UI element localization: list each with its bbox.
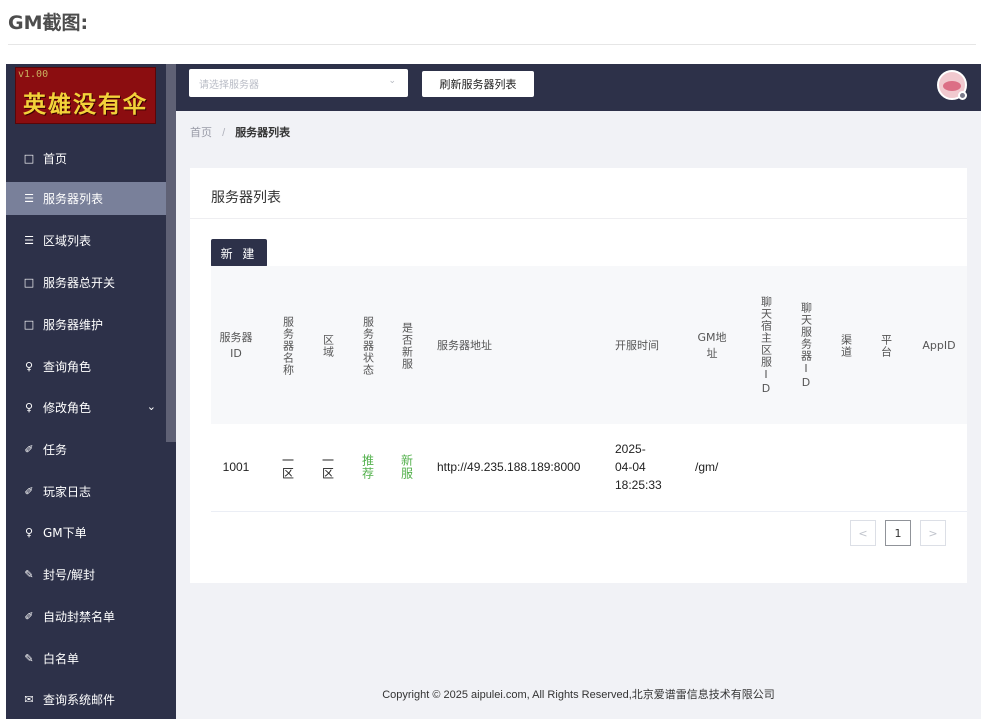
- sidebar-item-label: 封号/解封: [43, 568, 96, 582]
- column-header-server-status: 服务器状态: [361, 315, 375, 376]
- sidebar-item-system-mail[interactable]: ✉ 查询系统邮件: [6, 683, 166, 716]
- sidebar-item-gm-order[interactable]: ♀ GM下单: [6, 516, 166, 549]
- pagination-next-button[interactable]: >: [920, 520, 946, 546]
- sidebar: v1.00 英雄没有伞 □ 首页 ☰ 服务器列表 ☰ 区域列表 □ 服务器总开关…: [6, 64, 176, 719]
- sidebar-item-label: 服务器列表: [43, 192, 104, 206]
- sidebar-item-label: 首页: [43, 152, 68, 166]
- pagination-page-current[interactable]: 1: [885, 520, 911, 546]
- cell-region: 一区: [320, 454, 335, 480]
- user-icon: ♀: [24, 526, 34, 539]
- cell-gm-address: /gm/: [695, 460, 719, 474]
- wrench-icon: ✐: [24, 610, 34, 623]
- sidebar-item-home[interactable]: □ 首页: [6, 142, 166, 175]
- sidebar-item-server-maintenance[interactable]: □ 服务器维护: [6, 308, 166, 341]
- sidebar-item-label: 自动封禁名单: [43, 610, 116, 624]
- server-list-card: 服务器列表 新 建 服务器ID 服务器名称 区域 服务器状态 是否新服 服务器地…: [190, 168, 967, 583]
- card-divider: [190, 218, 967, 219]
- column-header-server-name: 服务器名称: [281, 315, 295, 376]
- app-logo[interactable]: v1.00 英雄没有伞: [15, 67, 156, 124]
- column-header-platform: 平台: [879, 333, 893, 358]
- sidebar-item-server-list[interactable]: ☰ 服务器列表: [6, 182, 166, 215]
- mail-icon: ✉: [24, 693, 34, 706]
- sidebar-item-label: 玩家日志: [43, 485, 92, 499]
- column-header-app-id: AppID: [922, 338, 956, 352]
- cell-address: http://49.235.188.189:8000: [437, 460, 581, 474]
- cell-server-name: 一区: [280, 454, 295, 480]
- sidebar-item-label: 区域列表: [43, 234, 92, 248]
- column-header-open-time: 开服时间: [615, 338, 659, 352]
- cell-open-time: 2025- 04-04 18:25:33: [615, 424, 685, 510]
- table-header: 服务器ID 服务器名称 区域 服务器状态 是否新服 服务器地址 开服时间 GM地…: [211, 266, 967, 425]
- chevron-down-icon: ⌄: [388, 76, 396, 86]
- sidebar-item-region-list[interactable]: ☰ 区域列表: [6, 224, 166, 257]
- topbar: 请选择服务器 ⌄ 刷新服务器列表: [176, 64, 981, 111]
- breadcrumb-current: 服务器列表: [235, 127, 291, 139]
- create-button[interactable]: 新 建: [211, 239, 267, 267]
- avatar-face: [943, 81, 961, 91]
- column-header-region: 区域: [321, 333, 335, 358]
- edit-icon: ✎: [24, 652, 34, 665]
- list-icon: ☰: [24, 192, 34, 205]
- user-icon: ♀: [24, 401, 34, 414]
- cell-open-time-line: 2025-: [615, 442, 646, 456]
- article-heading: GM截图:: [8, 12, 89, 34]
- cell-server-id: 1001: [222, 460, 250, 474]
- screenshot-frame: v1.00 英雄没有伞 □ 首页 ☰ 服务器列表 ☰ 区域列表 □ 服务器总开关…: [6, 64, 981, 719]
- sidebar-item-auto-ban-list[interactable]: ✐ 自动封禁名单: [6, 600, 166, 633]
- cell-server-status: 推荐: [360, 454, 375, 480]
- sidebar-item-modify-role[interactable]: ♀ 修改角色 ⌄: [6, 391, 166, 424]
- list-icon: ☰: [24, 234, 34, 247]
- sidebar-item-player-log[interactable]: ✐ 玩家日志: [6, 475, 166, 508]
- server-select[interactable]: 请选择服务器 ⌄: [189, 69, 408, 97]
- sidebar-item-whitelist[interactable]: ✎ 白名单: [6, 642, 166, 675]
- breadcrumb-home[interactable]: 首页: [190, 127, 212, 139]
- sidebar-item-label: 白名单: [43, 652, 80, 666]
- page-icon: □: [23, 276, 35, 289]
- sidebar-item-label: 任务: [43, 443, 68, 457]
- avatar-dropdown-icon[interactable]: [958, 91, 967, 100]
- sidebar-item-query-role[interactable]: ♀ 查询角色: [6, 350, 166, 383]
- wrench-icon: ✐: [24, 443, 34, 456]
- column-header-gm-address: GM地址: [697, 330, 727, 360]
- table-row[interactable]: 1001 一区 一区 推荐 新服 http://49.235.188.189:8…: [211, 424, 967, 512]
- sidebar-scrollbar[interactable]: [166, 64, 176, 442]
- cell-is-new: 新服: [399, 454, 414, 480]
- sidebar-item-label: 修改角色: [43, 401, 92, 415]
- sidebar-item-label: 查询系统邮件: [43, 693, 116, 707]
- avatar[interactable]: [937, 70, 967, 100]
- column-header-address: 服务器地址: [437, 338, 492, 352]
- refresh-server-list-button[interactable]: 刷新服务器列表: [422, 71, 534, 97]
- footer-copyright: Copyright © 2025 aipulei.com, All Rights…: [382, 689, 775, 701]
- edit-icon: ✎: [24, 568, 34, 581]
- wrench-icon: ✐: [24, 485, 34, 498]
- pagination-prev-button[interactable]: <: [850, 520, 876, 546]
- column-header-chat-server-id: 聊天服务器ID: [799, 301, 813, 390]
- sidebar-item-label: 查询角色: [43, 360, 92, 374]
- sidebar-item-server-switch[interactable]: □ 服务器总开关: [6, 266, 166, 299]
- page-icon: □: [23, 318, 35, 331]
- column-header-channel: 渠道: [839, 333, 853, 358]
- server-select-placeholder: 请选择服务器: [199, 79, 259, 91]
- sidebar-item-task[interactable]: ✐ 任务: [6, 433, 166, 466]
- breadcrumb-separator: /: [222, 127, 226, 139]
- chevron-down-icon[interactable]: ⌄: [147, 400, 156, 413]
- sidebar-item-label: 服务器维护: [43, 318, 104, 332]
- card-title: 服务器列表: [211, 190, 281, 206]
- column-header-server-id: 服务器ID: [219, 330, 253, 360]
- column-header-chat-host-id: 聊天宿主区服ID: [759, 295, 773, 396]
- user-icon: ♀: [24, 360, 34, 373]
- cell-open-time-line: 18:25:33: [615, 478, 662, 492]
- page-icon: □: [23, 152, 35, 165]
- sidebar-item-label: 服务器总开关: [43, 276, 116, 290]
- sidebar-item-label: GM下单: [43, 526, 87, 540]
- article-divider: [8, 44, 976, 45]
- cell-open-time-line: 04-04: [615, 460, 646, 474]
- breadcrumb: 首页 / 服务器列表: [190, 124, 290, 140]
- logo-version: v1.00: [18, 69, 49, 80]
- sidebar-item-ban-unban[interactable]: ✎ 封号/解封: [6, 558, 166, 591]
- logo-title: 英雄没有伞: [23, 91, 148, 118]
- column-header-is-new: 是否新服: [400, 321, 414, 370]
